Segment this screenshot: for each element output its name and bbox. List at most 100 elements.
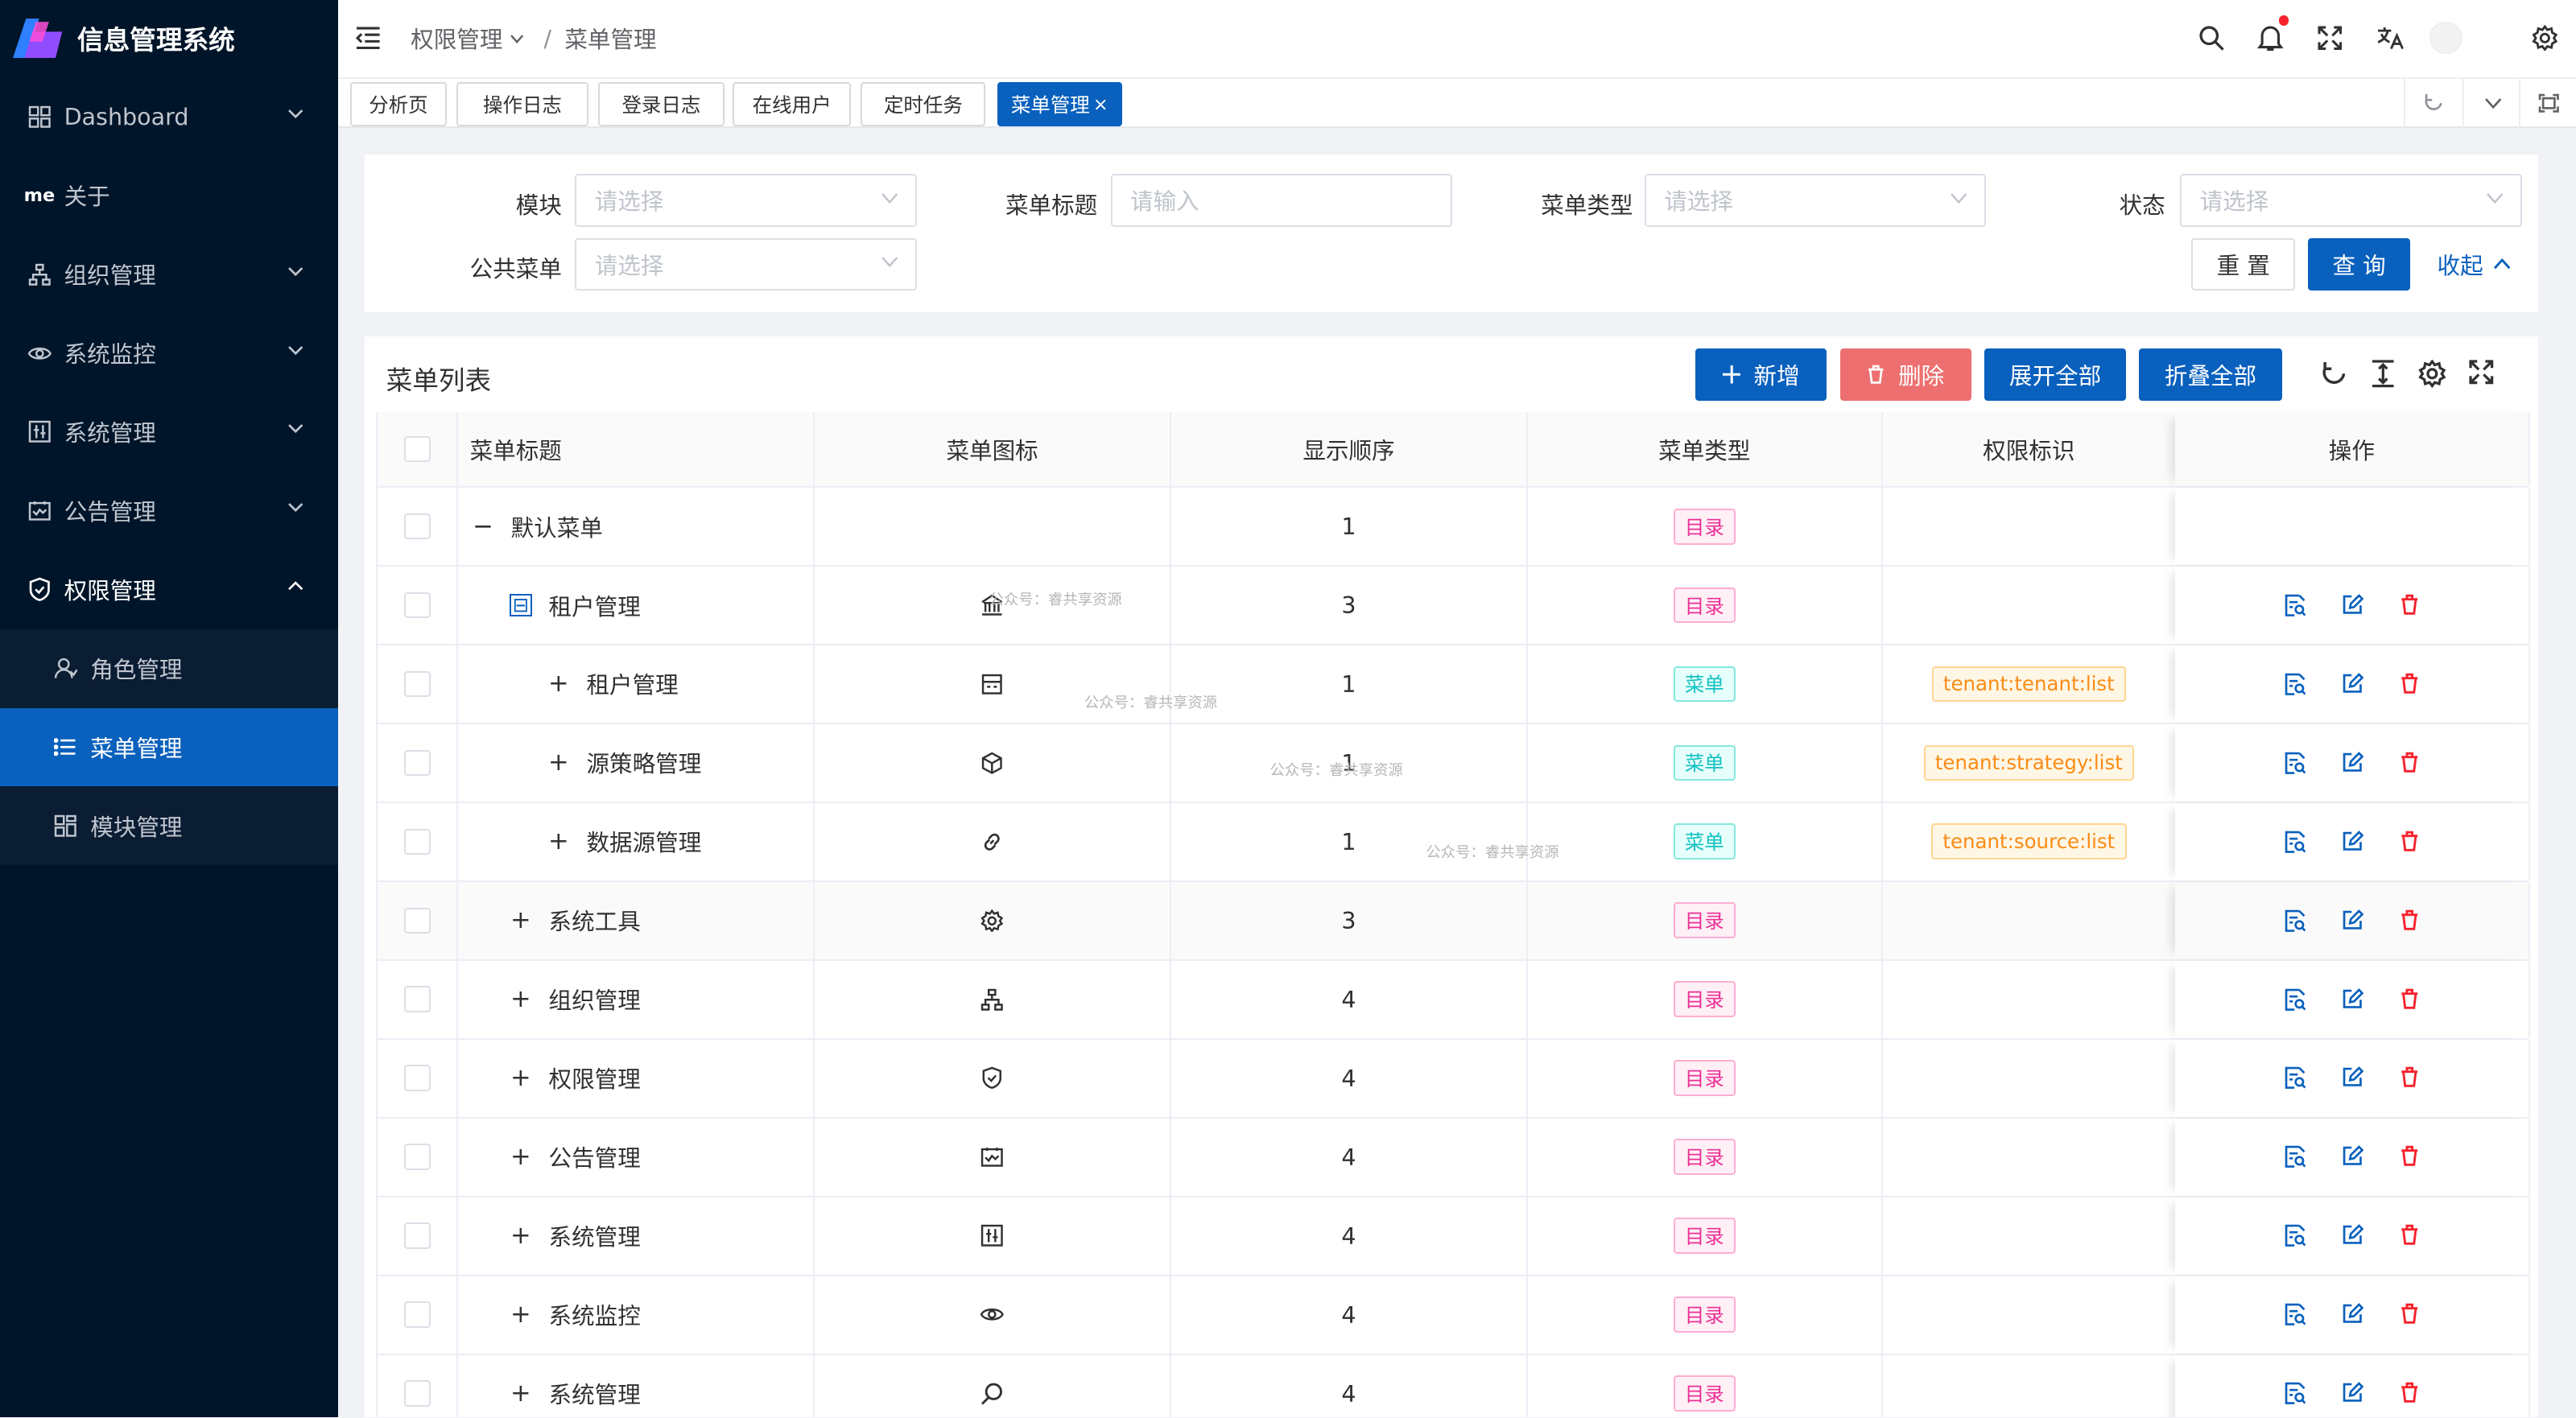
expand-toggle[interactable]: + [510, 906, 533, 934]
view-button[interactable] [2285, 1303, 2306, 1326]
view-button[interactable] [2285, 1066, 2306, 1090]
fullscreen-button[interactable] [2300, 8, 2359, 67]
search-button[interactable] [2182, 8, 2240, 67]
fold-all-button[interactable]: 折叠全部 [2139, 348, 2282, 401]
edit-button[interactable] [2342, 1224, 2363, 1247]
tab-menu-dropdown[interactable] [2462, 78, 2521, 129]
tab-close-icon[interactable]: × [1093, 94, 1108, 115]
settings-button[interactable] [2515, 8, 2574, 67]
row-checkbox[interactable] [404, 1065, 431, 1092]
row-checkbox[interactable] [404, 670, 431, 698]
column-height-icon[interactable] [2371, 360, 2396, 388]
row-checkbox[interactable] [404, 1380, 431, 1407]
edit-button[interactable] [2342, 830, 2363, 854]
edit-button[interactable] [2342, 593, 2363, 617]
delete-row-button[interactable] [2400, 1224, 2419, 1247]
row-checkbox[interactable] [404, 1301, 431, 1328]
table-row[interactable]: + 系统工具 3 目录 [378, 881, 2530, 961]
view-button[interactable] [2285, 752, 2306, 775]
expand-toggle[interactable]: + [510, 985, 533, 1013]
table-row[interactable]: + 系统管理 4 目录 [378, 1197, 2530, 1276]
expand-toggle[interactable]: − [472, 513, 495, 541]
sidebar-item-permission[interactable]: 权限管理 [0, 550, 338, 629]
language-button[interactable] [2361, 8, 2420, 67]
sidebar-item-monitor[interactable]: 系统监控 [0, 314, 338, 393]
column-settings-icon[interactable] [2418, 359, 2446, 388]
table-row[interactable]: + 组织管理 4 目录 [378, 960, 2530, 1040]
expand-toggle[interactable]: + [547, 827, 571, 855]
sidebar-item-org[interactable]: 组织管理 [0, 235, 338, 314]
view-button[interactable] [2285, 1224, 2306, 1247]
expand-toggle[interactable]: + [547, 748, 571, 777]
delete-row-button[interactable] [2400, 988, 2419, 1012]
row-checkbox[interactable] [404, 592, 431, 619]
column-header-order[interactable]: 显示顺序 [1171, 412, 1528, 487]
row-checkbox[interactable] [404, 986, 431, 1013]
table-row[interactable]: + 系统监控 4 目录 [378, 1276, 2530, 1355]
breadcrumb-item[interactable]: 权限管理 [411, 22, 502, 55]
edit-button[interactable] [2342, 751, 2363, 775]
view-button[interactable] [2285, 594, 2306, 617]
menu-fold-button[interactable] [338, 8, 397, 67]
fullscreen-icon[interactable] [2469, 360, 2494, 385]
row-checkbox[interactable] [404, 1222, 431, 1249]
expand-toggle[interactable]: + [510, 1064, 533, 1092]
sidebar-item-system[interactable]: 系统管理 [0, 393, 338, 472]
column-header-title[interactable]: 菜单标题 [458, 412, 815, 487]
edit-button[interactable] [2342, 1145, 2363, 1169]
tab-scheduled-task[interactable]: 定时任务 [861, 81, 986, 127]
view-button[interactable] [2285, 673, 2306, 696]
query-button[interactable]: 查 询 [2308, 237, 2410, 291]
edit-button[interactable] [2342, 1303, 2363, 1326]
delete-row-button[interactable] [2400, 594, 2419, 617]
expand-toggle[interactable]: + [510, 1379, 533, 1408]
status-select[interactable]: 请选择 [2180, 174, 2522, 227]
table-row[interactable]: + 租户管理 1 菜单 tenant:tenant:list [378, 645, 2530, 724]
collapse-button[interactable]: 收起 [2425, 238, 2523, 291]
delete-row-button[interactable] [2400, 831, 2419, 854]
table-row[interactable]: ⊟ 租户管理 3 目录 [378, 567, 2530, 646]
tab-analysis[interactable]: 分析页 [349, 81, 448, 127]
sidebar-item-role[interactable]: 角色管理 [0, 629, 338, 708]
table-row[interactable]: + 公告管理 4 目录 [378, 1118, 2530, 1197]
expand-toggle[interactable]: ⊟ [509, 593, 533, 617]
edit-button[interactable] [2342, 909, 2363, 933]
module-select[interactable]: 请选择 [575, 174, 917, 227]
delete-row-button[interactable] [2400, 1066, 2419, 1090]
sidebar-item-dashboard[interactable]: Dashboard [0, 77, 338, 156]
delete-row-button[interactable] [2400, 1303, 2419, 1326]
menu-type-select[interactable]: 请选择 [1644, 174, 1987, 227]
edit-button[interactable] [2342, 672, 2363, 696]
sidebar-item-about[interactable]: me 关于 [0, 156, 338, 235]
expand-toggle[interactable]: + [547, 670, 571, 698]
table-row[interactable]: + 源策略管理 1 菜单 tenant:strategy:list [378, 723, 2530, 803]
sidebar-item-module[interactable]: 模块管理 [0, 786, 338, 865]
tab-fullscreen-button[interactable] [2518, 78, 2576, 129]
row-checkbox[interactable] [404, 513, 431, 540]
table-row[interactable]: + 权限管理 4 目录 [378, 1039, 2530, 1119]
edit-button[interactable] [2342, 987, 2363, 1012]
table-row[interactable]: − 默认菜单 1 目录 [378, 488, 2530, 567]
view-button[interactable] [2285, 988, 2306, 1012]
notification-button[interactable] [2241, 8, 2300, 67]
edit-button[interactable] [2342, 1066, 2363, 1090]
column-header-type[interactable]: 菜单类型 [1528, 412, 1883, 487]
edit-button[interactable] [2342, 1382, 2363, 1405]
view-button[interactable] [2285, 1145, 2306, 1169]
view-button[interactable] [2285, 909, 2306, 933]
tab-login-log[interactable]: 登录日志 [597, 81, 724, 127]
menu-title-input[interactable]: 请输入 [1110, 174, 1453, 227]
tab-operation-log[interactable]: 操作日志 [456, 81, 588, 127]
row-checkbox[interactable] [404, 828, 431, 855]
row-checkbox[interactable] [404, 749, 431, 777]
view-button[interactable] [2285, 1382, 2306, 1405]
tab-online-user[interactable]: 在线用户 [733, 81, 852, 127]
column-header-perm[interactable]: 权限标识 [1883, 412, 2175, 486]
reload-tab-button[interactable] [2403, 78, 2462, 129]
add-button[interactable]: 新增 [1695, 348, 1827, 401]
tab-menu-management[interactable]: 菜单管理 × [997, 81, 1122, 127]
expand-all-button[interactable]: 展开全部 [1984, 348, 2126, 401]
delete-row-button[interactable] [2400, 1382, 2419, 1405]
public-menu-select[interactable]: 请选择 [575, 237, 917, 291]
refresh-icon[interactable] [2320, 360, 2348, 388]
